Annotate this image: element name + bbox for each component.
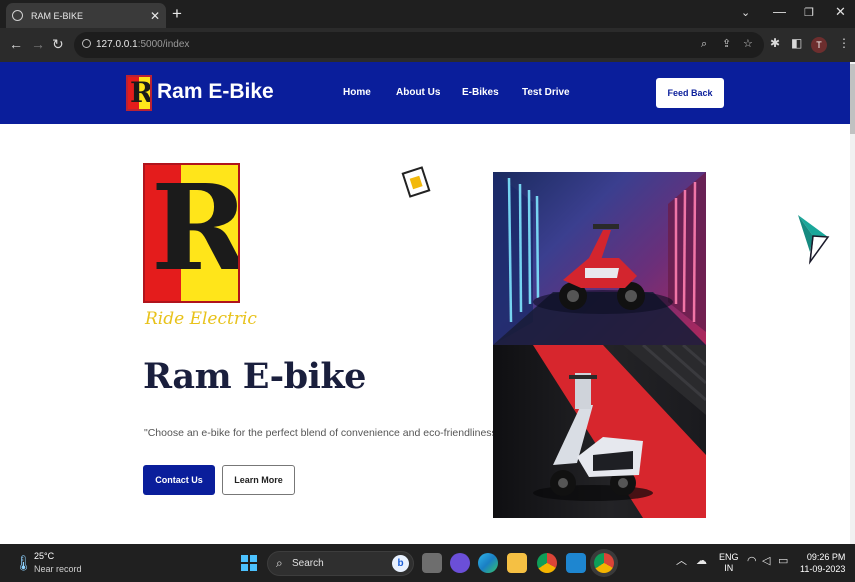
address-bar[interactable]: 127.0.0.1:5000/index ⌕ ⇪ ☆ (74, 32, 764, 58)
hero-headline: Ram E-bike (143, 356, 366, 397)
hero-subtext: "Choose an e-bike for the perfect blend … (144, 427, 504, 439)
ebike-photo-studio (493, 345, 706, 518)
nav-about-us[interactable]: About Us (396, 87, 440, 98)
hero-logo-image: R (143, 163, 240, 303)
site-info-icon[interactable] (82, 39, 91, 48)
learn-more-button[interactable]: Learn More (222, 465, 295, 495)
file-explorer-icon[interactable] (507, 553, 527, 573)
nav-e-bikes[interactable]: E-Bikes (462, 87, 499, 98)
bookmark-star-icon[interactable]: ☆ (743, 39, 753, 50)
lang-code: ENG (719, 552, 739, 562)
scrollbar-thumb[interactable] (850, 64, 855, 134)
contact-us-button[interactable]: Contact Us (143, 465, 215, 495)
reload-icon[interactable]: ↻ (52, 37, 64, 51)
url-path: :5000/index (137, 39, 190, 50)
restore-icon[interactable]: ❐ (804, 6, 814, 19)
hero-logo-letter: R (151, 163, 240, 297)
extensions-puzzle-icon[interactable]: ✱ (770, 37, 780, 49)
site-brand-name[interactable]: Ram E-Bike (157, 80, 274, 104)
feedback-button[interactable]: Feed Back (656, 78, 724, 108)
windows-start-icon[interactable] (241, 555, 257, 571)
weather-temp[interactable]: 25°C (34, 551, 54, 561)
start-tile (249, 563, 257, 571)
onedrive-cloud-icon[interactable]: ☁ (696, 556, 707, 567)
bing-icon[interactable]: b (392, 555, 409, 572)
logo-letter: R (130, 76, 152, 109)
clock-time: 09:26 PM (806, 552, 846, 562)
browser-tab[interactable]: RAM E-BIKE ✕ (6, 3, 166, 28)
tab-close-icon[interactable]: ✕ (150, 9, 160, 23)
edge-browser-icon[interactable] (478, 553, 498, 573)
battery-icon[interactable]: ▭ (778, 556, 788, 567)
chrome-icon[interactable] (537, 553, 557, 573)
windows-taskbar: 🌡 25°C Near record ⌕ Search b ︿ ☁ ENG IN… (0, 544, 855, 582)
weather-desc[interactable]: Near record (34, 564, 82, 574)
start-tile (241, 555, 249, 563)
vscode-icon[interactable] (566, 553, 586, 573)
search-placeholder: Search (292, 558, 324, 569)
site-logo[interactable]: R (126, 75, 152, 111)
nav-home[interactable]: Home (343, 87, 371, 98)
url-text[interactable]: 127.0.0.1:5000/index (96, 39, 189, 50)
window-close-icon[interactable]: ✕ (835, 4, 846, 20)
neon-scene-illustration (493, 172, 706, 345)
clock-date: 11-09-2023 (800, 564, 846, 574)
browser-toolbar: ← → ↻ 127.0.0.1:5000/index ⌕ ⇪ ☆ ✱ ◧ T ⋮ (0, 28, 855, 62)
lang-region: IN (724, 563, 734, 573)
start-tile (249, 555, 257, 563)
start-tile (241, 563, 249, 571)
zoom-icon[interactable]: ⌕ (701, 39, 707, 50)
globe-icon (12, 10, 23, 21)
new-tab-button[interactable]: + (172, 5, 182, 22)
decorative-square-icon (401, 166, 431, 198)
share-icon[interactable]: ⇪ (722, 39, 731, 50)
input-language[interactable]: ENG IN (719, 552, 739, 574)
search-icon: ⌕ (276, 556, 283, 570)
task-view-icon[interactable] (422, 553, 442, 573)
nav-test-drive[interactable]: Test Drive (522, 87, 570, 98)
tray-chevron-up-icon[interactable]: ︿ (676, 556, 687, 567)
side-panel-icon[interactable]: ◧ (791, 37, 802, 49)
logo-tagline: Ride Electric (145, 309, 257, 329)
page-scrollbar[interactable] (850, 62, 855, 544)
back-arrow-icon[interactable]: ← (9, 37, 23, 51)
taskbar-clock[interactable]: 09:26 PM 11-09-2023 (800, 551, 845, 575)
decorative-arrow-icon (798, 215, 830, 265)
profile-avatar[interactable]: T (811, 37, 827, 53)
tab-title: RAM E-BIKE (31, 10, 84, 21)
url-host: 127.0.0.1 (96, 39, 138, 50)
ebike-photo-neon (493, 172, 706, 345)
taskbar-search[interactable]: ⌕ Search b (267, 551, 414, 576)
forward-arrow-icon[interactable]: → (31, 37, 45, 51)
volume-icon[interactable]: ◁ (762, 556, 770, 567)
studio-scene-illustration (533, 345, 706, 518)
minimize-icon[interactable]: — (773, 4, 786, 19)
decorative-square-fill (409, 175, 423, 190)
menu-kebab-icon[interactable]: ⋮ (838, 37, 850, 49)
thermometer-icon[interactable]: 🌡 (14, 554, 33, 572)
chrome-active-icon[interactable] (594, 553, 614, 573)
site-header: R Ram E-Bike Home About Us E-Bikes Test … (0, 62, 850, 124)
teams-chat-icon[interactable] (450, 553, 470, 573)
tab-search-chevron-icon[interactable]: ⌄ (741, 6, 750, 19)
wifi-icon[interactable]: ◠ (747, 556, 757, 567)
browser-tab-strip: RAM E-BIKE ✕ + ⌄ — ❐ ✕ (0, 0, 855, 28)
